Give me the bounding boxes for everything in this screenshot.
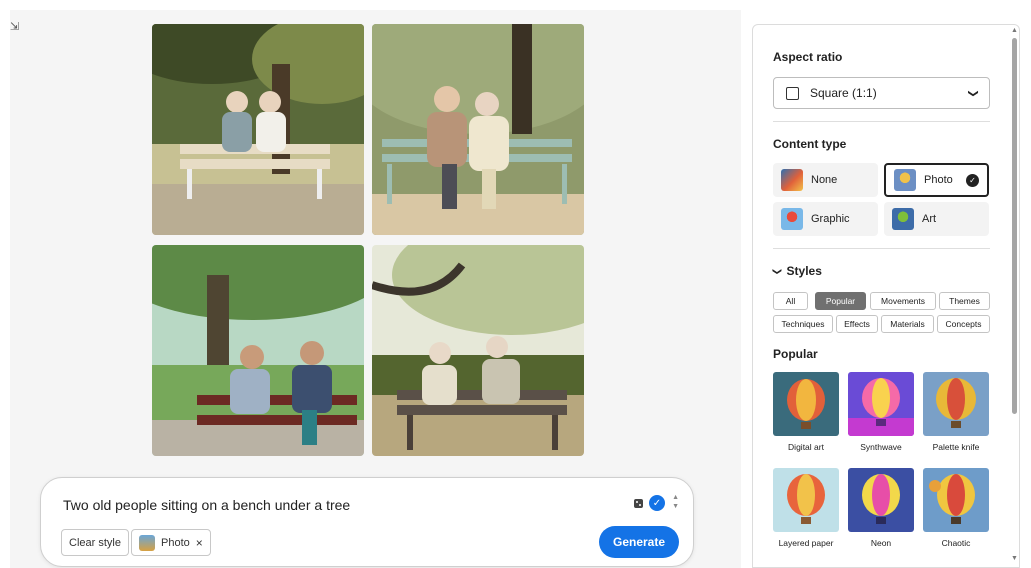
content-type-label: Graphic <box>811 213 850 225</box>
balloon-icon <box>773 468 839 532</box>
generate-button[interactable]: Generate <box>599 526 679 558</box>
panel-scrollbar[interactable]: ▲ ▼ <box>1009 24 1020 568</box>
settings-panel: Aspect ratio Square (1:1) ❯ Content type… <box>752 24 1020 568</box>
style-card-label: Neon <box>870 538 892 548</box>
dice-icon[interactable] <box>633 496 647 510</box>
filter-all[interactable]: All <box>773 292 808 310</box>
scroll-up-icon[interactable]: ▲ <box>1011 27 1018 34</box>
style-card-label: Chaotic <box>941 538 971 548</box>
style-card-label: Layered paper <box>778 538 834 548</box>
style-card-neon[interactable]: Neon <box>848 468 914 548</box>
balloon-icon <box>848 468 914 532</box>
checkmark-icon: ✓ <box>966 173 979 187</box>
popular-section-title: Popular <box>773 347 818 361</box>
prompt-box: Two old people sitting on a bench under … <box>40 477 694 567</box>
divider <box>773 121 990 122</box>
filter-effects[interactable]: Effects <box>836 315 878 333</box>
style-card-label: Digital art <box>788 442 824 452</box>
filter-movements[interactable]: Movements <box>870 292 936 310</box>
generated-image-4[interactable] <box>372 245 584 456</box>
square-icon <box>786 86 799 100</box>
styles-toggle[interactable]: ❯ Styles <box>772 264 822 278</box>
style-card-label: Synthwave <box>860 442 902 452</box>
content-type-label: None <box>811 174 838 186</box>
style-card-chaotic[interactable]: Chaotic <box>923 468 989 548</box>
style-card-palette-knife[interactable]: Palette knife <box>923 372 989 452</box>
generated-image-2[interactable] <box>372 24 584 235</box>
style-card-layered-paper[interactable]: Layered paper <box>773 468 839 548</box>
cursor-icon: ⇲ <box>10 21 20 33</box>
stepper-down-icon[interactable]: ▼ <box>672 502 679 511</box>
results-grid <box>152 24 584 457</box>
chevron-down-icon: ❯ <box>967 88 979 98</box>
chevron-down-icon: ❯ <box>772 267 783 275</box>
scroll-down-icon[interactable]: ▼ <box>1011 555 1018 562</box>
divider <box>773 248 990 249</box>
balloon-icon <box>923 468 989 532</box>
filter-concepts[interactable]: Concepts <box>937 315 990 333</box>
style-card-label: Palette knife <box>932 442 980 452</box>
content-type-photo[interactable]: Photo ✓ <box>884 163 989 197</box>
style-chip-photo: Photo × <box>131 529 211 556</box>
filter-materials[interactable]: Materials <box>881 315 934 333</box>
generated-image-3[interactable] <box>152 245 364 456</box>
balloon-icon <box>848 372 914 436</box>
filter-popular[interactable]: Popular <box>815 292 866 310</box>
balloon-icon <box>773 372 839 436</box>
art-thumb-icon <box>892 208 914 230</box>
stepper-up-icon[interactable]: ▲ <box>672 493 679 502</box>
prompt-input[interactable]: Two old people sitting on a bench under … <box>63 497 350 513</box>
clear-style-button[interactable]: Clear style <box>61 529 129 556</box>
aspect-ratio-title: Aspect ratio <box>773 50 843 64</box>
content-type-label: Photo <box>924 174 953 186</box>
style-chip-label: Photo <box>161 536 190 549</box>
remove-chip-icon[interactable]: × <box>196 536 203 550</box>
content-type-art[interactable]: Art <box>884 202 989 236</box>
filter-techniques[interactable]: Techniques <box>773 315 833 333</box>
style-card-digital-art[interactable]: Digital art <box>773 372 839 452</box>
content-type-none[interactable]: None <box>773 163 878 197</box>
content-type-label: Art <box>922 213 937 225</box>
prompt-stepper[interactable]: ▲ ▼ <box>672 493 679 511</box>
filter-themes[interactable]: Themes <box>939 292 990 310</box>
app-window: ⇲ Two old people sitting on a bench unde… <box>0 0 1031 568</box>
graphic-thumb-icon <box>781 208 803 230</box>
content-type-graphic[interactable]: Graphic <box>773 202 878 236</box>
content-type-title: Content type <box>773 137 847 151</box>
styles-title: Styles <box>786 264 822 278</box>
balloon-icon <box>139 534 155 551</box>
scroll-thumb[interactable] <box>1012 38 1017 414</box>
check-circle-icon[interactable]: ✓ <box>649 495 665 511</box>
aspect-ratio-select[interactable]: Square (1:1) ❯ <box>773 77 990 109</box>
aspect-ratio-value: Square (1:1) <box>810 86 877 100</box>
none-thumb-icon <box>781 169 803 191</box>
generated-image-1[interactable] <box>152 24 364 235</box>
style-card-synthwave[interactable]: Synthwave <box>848 372 914 452</box>
prompt-icons: ✓ <box>633 495 665 511</box>
photo-thumb-icon <box>894 169 916 191</box>
balloon-icon <box>923 372 989 436</box>
